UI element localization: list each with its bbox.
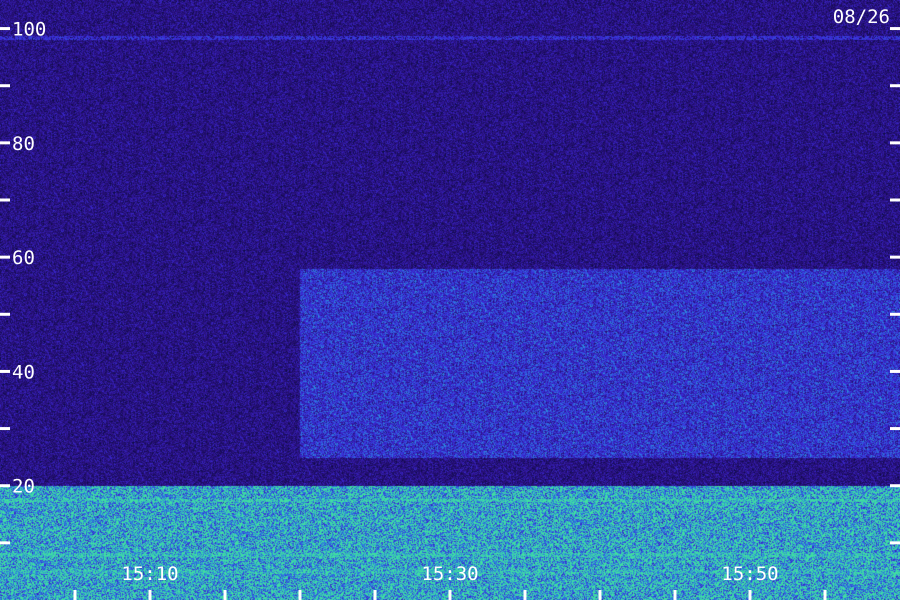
y-tick-label: 20 [12,476,35,498]
y-tick-label: 100 [12,19,46,41]
x-tick-label: 15:30 [421,563,478,585]
y-tick-label: 80 [12,133,35,155]
date-label: 08/26 [833,6,890,28]
x-tick-label: 15:50 [721,563,778,585]
y-tick-label: 40 [12,361,35,383]
axis-overlay: 100 80 60 40 20 15:10 15:30 15:50 08/26 [0,6,900,600]
y-tick-label: 60 [12,247,35,269]
y-axis: 100 80 60 40 20 [0,19,900,545]
x-axis: 15:10 15:30 15:50 [73,563,827,600]
x-tick-label: 15:10 [121,563,178,585]
